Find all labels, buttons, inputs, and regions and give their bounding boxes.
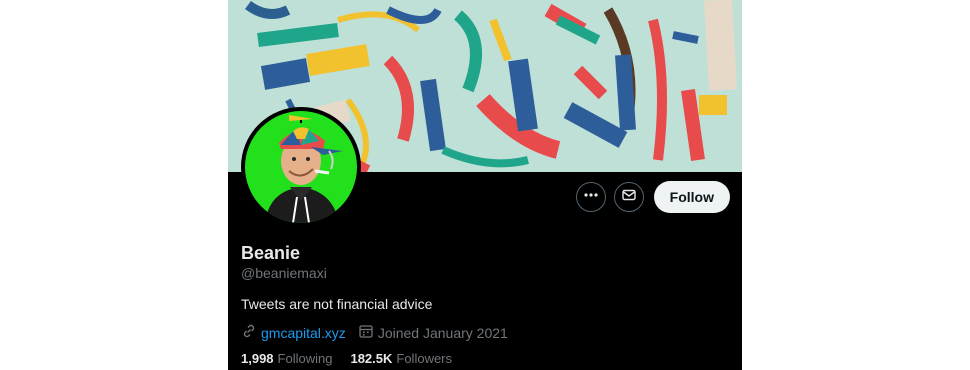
user-handle: @beaniemaxi: [241, 265, 327, 281]
following-stat[interactable]: 1,998 Following: [241, 351, 332, 366]
follow-stats: 1,998 Following 182.5K Followers: [241, 351, 470, 366]
message-button[interactable]: [613, 182, 644, 212]
more-horizontal-icon: [583, 187, 599, 208]
website-link[interactable]: gmcapital.xyz: [261, 325, 346, 341]
display-name: Beanie: [241, 243, 301, 263]
profile-actions: Follow: [575, 181, 730, 213]
followers-stat[interactable]: 182.5K Followers: [350, 351, 452, 366]
following-count: 1,998: [241, 351, 274, 366]
profile-card: Follow Beanie @beaniemaxi Tweets are not…: [228, 0, 742, 370]
envelope-icon: [621, 187, 637, 208]
profile-meta: gmcapital.xyz Joined January 2021: [241, 323, 520, 342]
following-label: Following: [277, 351, 333, 366]
avatar-illustration: [245, 111, 357, 223]
followers-label: Followers: [396, 351, 453, 366]
profile-avatar[interactable]: [241, 107, 361, 227]
link-icon: [241, 323, 257, 342]
profile-bio: Tweets are not financial advice: [241, 296, 433, 312]
website-item[interactable]: gmcapital.xyz: [241, 323, 346, 342]
joined-date: Joined January 2021: [377, 324, 508, 341]
follow-button[interactable]: Follow: [653, 181, 730, 213]
joined-item: Joined January 2021: [358, 323, 508, 342]
more-button[interactable]: [575, 182, 606, 212]
followers-count: 182.5K: [350, 351, 393, 366]
calendar-icon: [358, 323, 374, 342]
